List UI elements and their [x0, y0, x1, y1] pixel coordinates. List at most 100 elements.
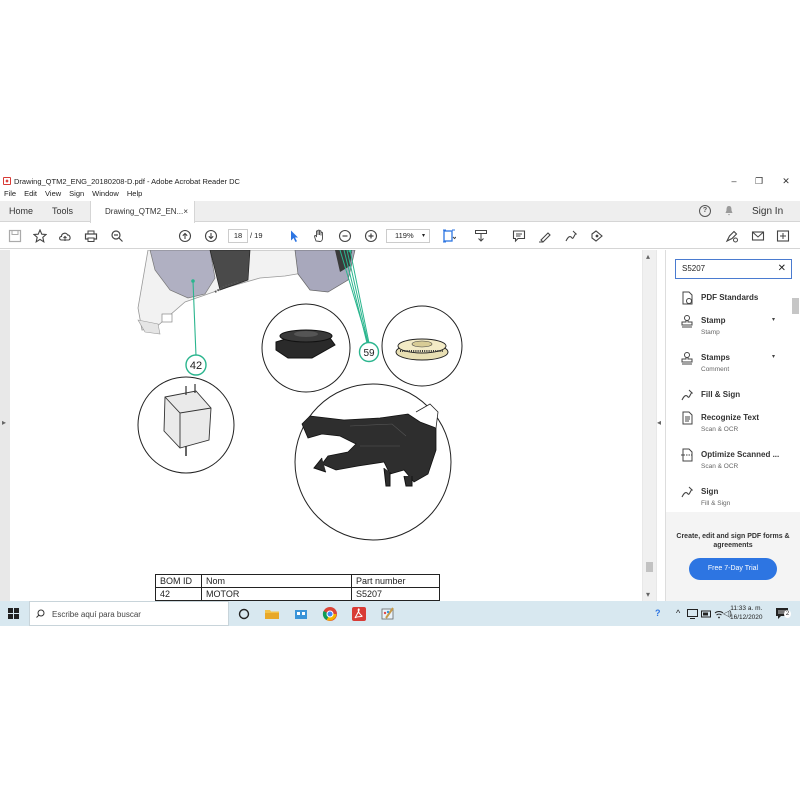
file-explorer-icon[interactable]	[264, 606, 280, 622]
zoom-caret-icon: ▾	[421, 233, 425, 239]
promo-box: Create, edit and sign PDF forms & agreem…	[666, 512, 800, 601]
tool-subtitle: Scan & OCR	[701, 426, 739, 433]
panel-scroll-thumb[interactable]	[792, 298, 799, 314]
chevron-down-icon[interactable]: ▾	[772, 353, 775, 360]
zoom-in-icon[interactable]	[364, 229, 378, 243]
tool-subtitle: Stamp	[701, 329, 720, 336]
network-status-icon[interactable]	[687, 609, 698, 619]
battery-icon[interactable]	[701, 609, 712, 619]
title-bar: Drawing_QTM2_ENG_20180208-D.pdf - Adobe …	[0, 174, 800, 188]
menu-view[interactable]: View	[45, 188, 61, 200]
comment-icon[interactable]	[512, 229, 526, 243]
tab-tools[interactable]: Tools	[52, 201, 73, 222]
chevron-down-icon[interactable]: ▾	[772, 316, 775, 323]
zoom-search-icon[interactable]	[110, 229, 124, 243]
page-up-icon[interactable]	[178, 229, 192, 243]
tab-home[interactable]: Home	[9, 201, 33, 222]
tab-document-label: Drawing_QTM2_EN...	[105, 207, 184, 216]
minimize-button[interactable]: –	[720, 174, 748, 188]
taskbar-search-placeholder: Escribe aquí para buscar	[52, 610, 141, 619]
sign-in-button[interactable]: Sign In	[752, 201, 783, 222]
tool-subtitle: Comment	[701, 366, 730, 373]
page-down-icon[interactable]	[204, 229, 218, 243]
bom-cell-nom: MOTOR	[201, 587, 352, 601]
recognize-text-icon	[682, 411, 693, 425]
stamps-icon	[681, 352, 693, 365]
tools-search-input[interactable]: S5207 ✕	[675, 259, 792, 279]
restore-button[interactable]: ❐	[745, 174, 773, 188]
page-total: / 19	[250, 231, 263, 240]
menu-bar: File Edit View Sign Window Help	[0, 188, 150, 200]
stamp-icon	[681, 315, 693, 328]
paint-icon[interactable]	[380, 606, 396, 622]
hand-icon[interactable]	[312, 229, 326, 243]
zoom-out-icon[interactable]	[338, 229, 352, 243]
cortana-icon[interactable]	[236, 606, 252, 622]
tray-chevron-icon[interactable]: ^	[676, 601, 680, 626]
scroll-up-icon[interactable]: ▴	[646, 252, 650, 261]
more-icon[interactable]	[776, 229, 790, 243]
sign-icon[interactable]	[564, 229, 578, 243]
taskbar-search-input[interactable]: Escribe aquí para buscar	[29, 601, 229, 626]
pdf-standards-icon	[682, 291, 693, 305]
promo-text: Create, edit and sign PDF forms & agreem…	[676, 533, 790, 549]
tool-name: Fill & Sign	[701, 390, 741, 399]
bom-cell-id: 42	[155, 587, 202, 601]
free-trial-button[interactable]: Free 7-Day Trial	[689, 558, 777, 580]
tab-close-icon[interactable]: ×	[183, 201, 188, 222]
clock-time: 11:33 a. m.	[730, 605, 763, 612]
print-icon[interactable]	[84, 229, 98, 243]
menu-help[interactable]: Help	[127, 188, 142, 200]
document-scroll-thumb[interactable]	[646, 562, 653, 572]
tab-document[interactable]: Drawing_QTM2_EN... ×	[90, 201, 195, 223]
exploded-drawing: 42 59	[137, 250, 463, 541]
highlight-icon[interactable]	[538, 229, 552, 243]
scroll-mode-icon[interactable]	[474, 229, 488, 243]
pdf-page[interactable]: 42 59 BOM ID Nom Part number 42 MOTOR S5…	[10, 250, 642, 601]
tools-panel: S5207 ✕ PDF Standards Stamp ▾ Stamp Stam…	[665, 250, 800, 601]
menu-file[interactable]: File	[4, 188, 16, 200]
bom-header-nom: Nom	[201, 574, 352, 588]
read-aloud-icon[interactable]	[590, 229, 604, 243]
star-icon[interactable]	[32, 228, 48, 243]
email-icon[interactable]	[751, 229, 765, 243]
help-icon[interactable]: ?	[699, 205, 711, 217]
bell-icon[interactable]	[724, 205, 734, 216]
fit-page-icon[interactable]	[442, 229, 457, 243]
bom-cell-part: S5207	[351, 587, 440, 601]
toolbar: 18 / 19 119% ▾	[0, 223, 800, 249]
document-scrollbar[interactable]: ▴ ▾	[643, 250, 656, 601]
page-number-input[interactable]: 18	[228, 229, 248, 243]
bom-header-part: Part number	[351, 574, 440, 588]
scroll-down-icon[interactable]: ▾	[646, 590, 650, 599]
menu-window[interactable]: Window	[92, 188, 119, 200]
search-clear-icon[interactable]: ✕	[778, 260, 786, 278]
taskbar-clock[interactable]: 11:33 a. m. 16/12/2020	[730, 604, 763, 622]
tool-name: Optimize Scanned ...	[701, 450, 780, 459]
share-link-icon[interactable]	[725, 229, 739, 243]
window-title: Drawing_QTM2_ENG_20180208-D.pdf - Adobe …	[14, 177, 240, 186]
acrobat-reader-icon[interactable]	[351, 606, 367, 622]
sign-pen-icon	[681, 486, 693, 498]
chrome-icon[interactable]	[322, 606, 338, 622]
windows-taskbar: Escribe aquí para buscar ? ^ ◁) 11:33 a.…	[0, 601, 800, 626]
close-window-button[interactable]: ✕	[772, 174, 800, 188]
select-cursor-icon[interactable]	[287, 229, 301, 243]
left-panel-toggle-icon[interactable]: ▸	[2, 418, 6, 427]
tool-name: Sign	[701, 487, 719, 496]
callout-59-label: 59	[363, 348, 375, 359]
right-panel-toggle-icon[interactable]: ◂	[657, 418, 661, 427]
search-icon	[36, 609, 45, 618]
bom-table: BOM ID Nom Part number 42 MOTOR S5207	[155, 574, 440, 601]
panel-scrollbar[interactable]	[791, 294, 800, 524]
zoom-select[interactable]: 119% ▾	[386, 229, 430, 243]
menu-sign[interactable]: Sign	[69, 188, 84, 200]
cloud-upload-icon[interactable]	[58, 229, 72, 243]
acrobat-logo-icon	[3, 177, 11, 185]
windows-start-icon[interactable]	[8, 608, 19, 619]
save-icon[interactable]	[8, 229, 22, 243]
help-tray-icon[interactable]: ?	[655, 601, 661, 626]
menu-edit[interactable]: Edit	[24, 188, 37, 200]
store-icon[interactable]	[293, 606, 309, 622]
tool-subtitle: Scan & OCR	[701, 463, 739, 470]
